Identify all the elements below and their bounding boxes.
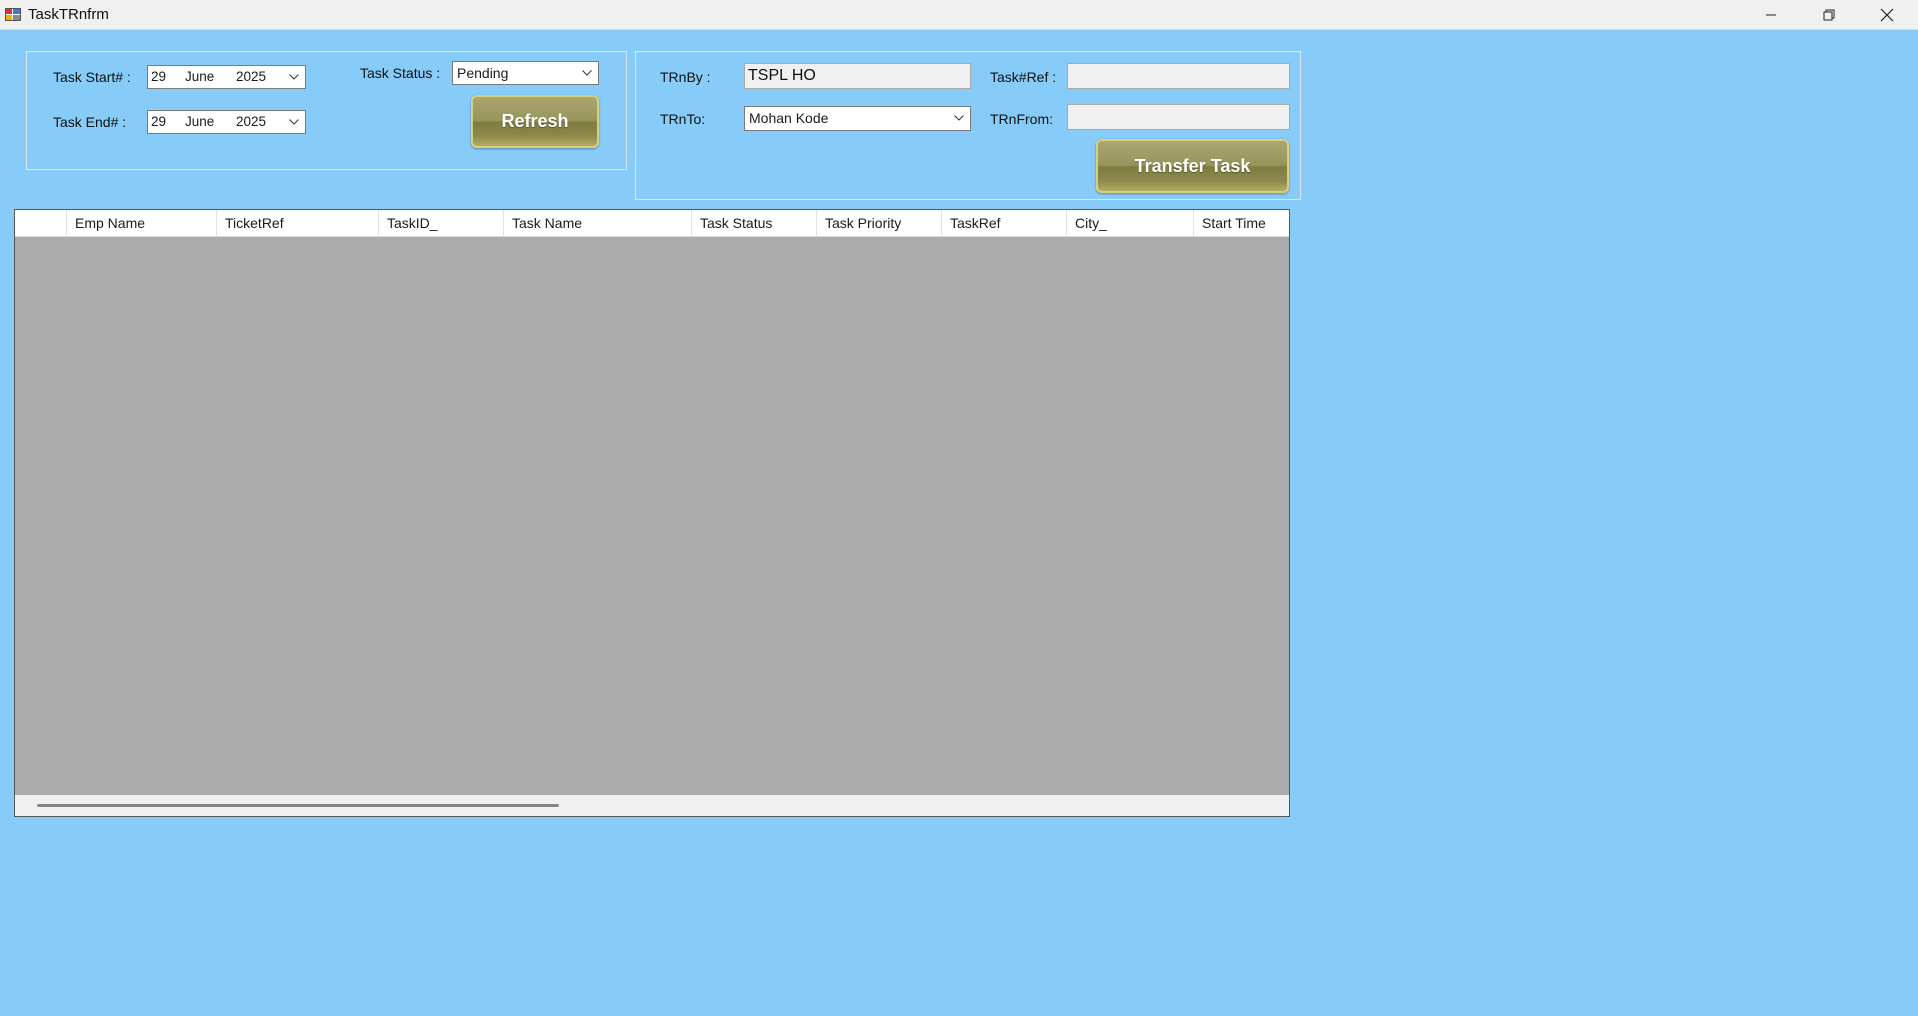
- minimize-icon: [1766, 14, 1776, 15]
- chevron-down-icon[interactable]: [582, 70, 592, 76]
- transfer-task-button[interactable]: Transfer Task: [1096, 139, 1289, 193]
- trnto-label: TRnTo:: [660, 111, 706, 127]
- task-status-combobox[interactable]: Pending: [452, 61, 599, 85]
- window-title: TaskTRnfrm: [28, 6, 109, 23]
- minimize-button[interactable]: [1742, 0, 1800, 29]
- column-header-taskid[interactable]: TaskID_: [379, 210, 504, 236]
- app-icon: [5, 8, 21, 21]
- horizontal-scrollbar[interactable]: [15, 795, 1289, 816]
- restore-icon: [1823, 9, 1835, 20]
- chevron-down-icon[interactable]: [289, 74, 299, 80]
- title-bar: TaskTRnfrm: [0, 0, 1918, 30]
- column-header-city[interactable]: City_: [1067, 210, 1194, 236]
- task-data-grid[interactable]: Emp Name TicketRef TaskID_ Task Name Tas…: [14, 209, 1290, 817]
- scrollbar-thumb[interactable]: [37, 804, 559, 807]
- task-start-month[interactable]: June: [185, 69, 214, 84]
- taskref-label: Task#Ref :: [990, 69, 1057, 85]
- column-header-emp-name[interactable]: Emp Name: [67, 210, 217, 236]
- task-status-value: Pending: [457, 65, 509, 81]
- column-header-taskref[interactable]: TaskRef: [942, 210, 1067, 236]
- trnby-field[interactable]: TSPL HO: [744, 63, 971, 89]
- task-end-day[interactable]: 29: [151, 114, 166, 129]
- trnfrom-label: TRnFrom:: [990, 111, 1053, 127]
- row-header-corner[interactable]: [15, 210, 67, 236]
- chevron-down-icon[interactable]: [289, 119, 299, 125]
- column-header-task-priority[interactable]: Task Priority: [817, 210, 942, 236]
- chevron-down-icon[interactable]: [954, 115, 964, 121]
- task-end-datepicker[interactable]: 29 June 2025: [147, 110, 306, 134]
- task-start-datepicker[interactable]: 29 June 2025: [147, 65, 306, 89]
- task-start-year[interactable]: 2025: [236, 69, 266, 84]
- column-header-ticketref[interactable]: TicketRef: [217, 210, 379, 236]
- column-header-start-time[interactable]: Start Time: [1194, 210, 1289, 236]
- column-header-task-status[interactable]: Task Status: [692, 210, 817, 236]
- refresh-button[interactable]: Refresh: [471, 95, 599, 148]
- task-end-label: Task End# :: [53, 114, 127, 130]
- restore-button[interactable]: [1800, 0, 1858, 29]
- task-start-day[interactable]: 29: [151, 69, 166, 84]
- trnto-combobox[interactable]: Mohan Kode: [744, 106, 971, 131]
- close-button[interactable]: [1858, 0, 1916, 29]
- taskref-field[interactable]: [1067, 63, 1290, 89]
- trnby-label: TRnBy :: [660, 69, 711, 85]
- grid-header: Emp Name TicketRef TaskID_ Task Name Tas…: [15, 210, 1289, 237]
- task-start-label: Task Start# :: [53, 69, 131, 85]
- task-end-year[interactable]: 2025: [236, 114, 266, 129]
- trnfrom-field[interactable]: [1067, 104, 1290, 130]
- task-end-month[interactable]: June: [185, 114, 214, 129]
- trnto-value: Mohan Kode: [749, 110, 829, 126]
- column-header-task-name[interactable]: Task Name: [504, 210, 692, 236]
- close-icon: [1880, 8, 1894, 21]
- task-status-label: Task Status :: [360, 65, 441, 81]
